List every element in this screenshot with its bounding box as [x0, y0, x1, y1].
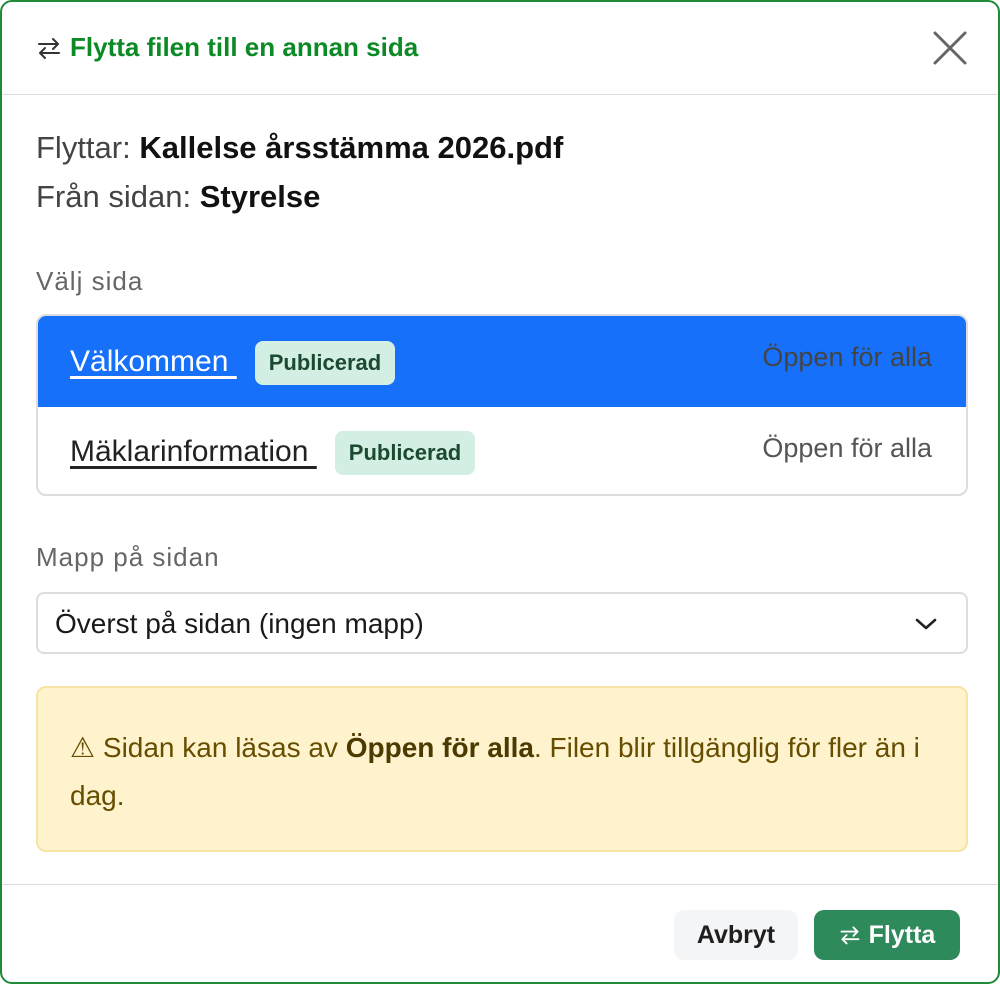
dialog-footer: Avbryt Flytta	[2, 884, 998, 982]
cancel-button-label: Avbryt	[696, 920, 776, 949]
published-badge: Publicerad	[334, 431, 476, 475]
visibility-warning: ⚠ Sidan kan läsas av Öppen för alla. Fil…	[36, 686, 968, 852]
swap-arrows-icon	[36, 36, 62, 60]
page-option-name[interactable]: Mäklarinformation	[70, 435, 317, 469]
page-select-label: Välj sida	[36, 266, 144, 296]
published-badge: Publicerad	[254, 340, 396, 385]
folder-select-label: Mapp på sidan	[36, 542, 220, 572]
page-list: Välkommen Publicerad Öppen för alla Mäkl…	[36, 314, 968, 496]
moving-label: Flyttar:	[36, 130, 131, 165]
moving-file-info: Flyttar: Kallelse årsstämma 2026.pdf	[36, 130, 563, 166]
swap-arrows-icon	[839, 924, 861, 946]
dialog-title-text: Flytta filen till en annan sida	[70, 32, 419, 62]
source-page-info: Från sidan: Styrelse	[36, 179, 320, 215]
warning-icon: ⚠	[70, 732, 96, 763]
folder-select[interactable]: Överst på sidan (ingen mapp)	[36, 592, 968, 654]
move-button[interactable]: Flytta	[814, 910, 960, 960]
close-icon	[933, 31, 967, 65]
chevron-down-icon	[915, 618, 937, 630]
page-option-name[interactable]: Välkommen	[70, 345, 237, 379]
source-page-name: Styrelse	[199, 179, 321, 214]
folder-select-value: Överst på sidan (ingen mapp)	[55, 608, 424, 639]
cancel-button[interactable]: Avbryt	[674, 910, 798, 960]
warning-text-before: Sidan kan läsas av	[95, 732, 346, 763]
close-button[interactable]	[932, 30, 968, 66]
warning-access-level: Öppen för alla	[345, 732, 534, 763]
page-access-level: Öppen för alla	[762, 342, 932, 372]
dialog-header: Flytta filen till en annan sida	[2, 2, 998, 95]
page-access-level: Öppen för alla	[762, 433, 932, 463]
move-file-dialog: Flytta filen till en annan sida Flyttar:…	[0, 0, 1000, 984]
moving-file-name: Kallelse årsstämma 2026.pdf	[139, 130, 564, 165]
dialog-title: Flytta filen till en annan sida	[36, 32, 418, 63]
move-button-label: Flytta	[868, 920, 936, 949]
from-label: Från sidan:	[36, 179, 192, 214]
page-option-valkommen[interactable]: Välkommen Publicerad Öppen för alla	[38, 316, 966, 407]
page-option-maklarinformation[interactable]: Mäklarinformation Publicerad Öppen för a…	[38, 407, 966, 494]
